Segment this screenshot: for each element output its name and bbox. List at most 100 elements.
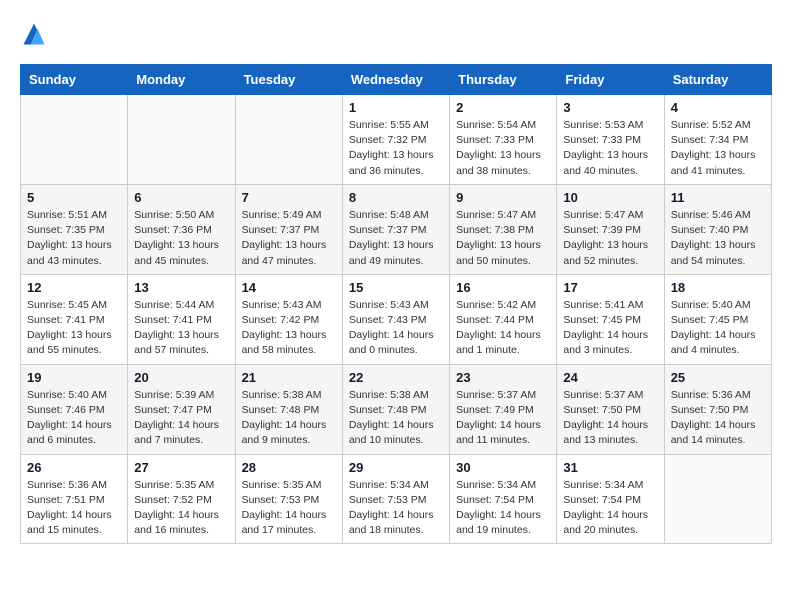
calendar-cell: 9 Sunrise: 5:47 AM Sunset: 7:38 PM Daylig… [450, 184, 557, 274]
calendar-cell: 12 Sunrise: 5:45 AM Sunset: 7:41 PM Dayli… [21, 274, 128, 364]
calendar-cell: 1 Sunrise: 5:55 AM Sunset: 7:32 PM Daylig… [342, 95, 449, 185]
day-info: Sunrise: 5:44 AM Sunset: 7:41 PM Dayligh… [134, 298, 228, 359]
calendar-cell: 29 Sunrise: 5:34 AM Sunset: 7:53 PM Dayli… [342, 454, 449, 544]
day-number: 31 [563, 460, 657, 475]
logo-icon [20, 20, 48, 48]
day-number: 28 [242, 460, 336, 475]
day-info: Sunrise: 5:43 AM Sunset: 7:43 PM Dayligh… [349, 298, 443, 359]
calendar-cell: 22 Sunrise: 5:38 AM Sunset: 7:48 PM Dayli… [342, 364, 449, 454]
calendar-cell: 10 Sunrise: 5:47 AM Sunset: 7:39 PM Dayli… [557, 184, 664, 274]
day-number: 22 [349, 370, 443, 385]
day-info: Sunrise: 5:47 AM Sunset: 7:39 PM Dayligh… [563, 208, 657, 269]
calendar-cell: 2 Sunrise: 5:54 AM Sunset: 7:33 PM Daylig… [450, 95, 557, 185]
day-info: Sunrise: 5:54 AM Sunset: 7:33 PM Dayligh… [456, 118, 550, 179]
weekday-header-saturday: Saturday [664, 65, 771, 95]
calendar-cell: 15 Sunrise: 5:43 AM Sunset: 7:43 PM Dayli… [342, 274, 449, 364]
week-row-3: 12 Sunrise: 5:45 AM Sunset: 7:41 PM Dayli… [21, 274, 772, 364]
day-number: 11 [671, 190, 765, 205]
calendar-cell: 13 Sunrise: 5:44 AM Sunset: 7:41 PM Dayli… [128, 274, 235, 364]
day-number: 24 [563, 370, 657, 385]
day-number: 10 [563, 190, 657, 205]
calendar-cell: 17 Sunrise: 5:41 AM Sunset: 7:45 PM Dayli… [557, 274, 664, 364]
calendar-cell: 8 Sunrise: 5:48 AM Sunset: 7:37 PM Daylig… [342, 184, 449, 274]
day-info: Sunrise: 5:51 AM Sunset: 7:35 PM Dayligh… [27, 208, 121, 269]
day-number: 5 [27, 190, 121, 205]
day-info: Sunrise: 5:35 AM Sunset: 7:53 PM Dayligh… [242, 478, 336, 539]
calendar-cell: 24 Sunrise: 5:37 AM Sunset: 7:50 PM Dayli… [557, 364, 664, 454]
calendar-cell: 26 Sunrise: 5:36 AM Sunset: 7:51 PM Dayli… [21, 454, 128, 544]
day-info: Sunrise: 5:34 AM Sunset: 7:54 PM Dayligh… [456, 478, 550, 539]
day-number: 26 [27, 460, 121, 475]
calendar-cell: 5 Sunrise: 5:51 AM Sunset: 7:35 PM Daylig… [21, 184, 128, 274]
day-number: 29 [349, 460, 443, 475]
weekday-header-wednesday: Wednesday [342, 65, 449, 95]
week-row-1: 1 Sunrise: 5:55 AM Sunset: 7:32 PM Daylig… [21, 95, 772, 185]
week-row-2: 5 Sunrise: 5:51 AM Sunset: 7:35 PM Daylig… [21, 184, 772, 274]
calendar-cell: 4 Sunrise: 5:52 AM Sunset: 7:34 PM Daylig… [664, 95, 771, 185]
day-number: 14 [242, 280, 336, 295]
weekday-header-tuesday: Tuesday [235, 65, 342, 95]
day-info: Sunrise: 5:35 AM Sunset: 7:52 PM Dayligh… [134, 478, 228, 539]
calendar-cell: 11Sunrise: 5:46 AM Sunset: 7:40 PM Dayli… [664, 184, 771, 274]
day-number: 9 [456, 190, 550, 205]
calendar-cell: 28 Sunrise: 5:35 AM Sunset: 7:53 PM Dayli… [235, 454, 342, 544]
day-number: 25 [671, 370, 765, 385]
calendar-cell [128, 95, 235, 185]
day-number: 23 [456, 370, 550, 385]
weekday-header-monday: Monday [128, 65, 235, 95]
day-info: Sunrise: 5:40 AM Sunset: 7:46 PM Dayligh… [27, 388, 121, 449]
day-info: Sunrise: 5:52 AM Sunset: 7:34 PM Dayligh… [671, 118, 765, 179]
day-number: 19 [27, 370, 121, 385]
day-info: Sunrise: 5:34 AM Sunset: 7:53 PM Dayligh… [349, 478, 443, 539]
day-number: 1 [349, 100, 443, 115]
calendar-cell: 7 Sunrise: 5:49 AM Sunset: 7:37 PM Daylig… [235, 184, 342, 274]
day-info: Sunrise: 5:49 AM Sunset: 7:37 PM Dayligh… [242, 208, 336, 269]
day-number: 8 [349, 190, 443, 205]
day-info: Sunrise: 5:36 AM Sunset: 7:51 PM Dayligh… [27, 478, 121, 539]
day-info: Sunrise: 5:55 AM Sunset: 7:32 PM Dayligh… [349, 118, 443, 179]
day-number: 2 [456, 100, 550, 115]
day-number: 12 [27, 280, 121, 295]
calendar-cell: 3 Sunrise: 5:53 AM Sunset: 7:33 PM Daylig… [557, 95, 664, 185]
calendar-cell: 6Sunrise: 5:50 AM Sunset: 7:36 PM Daylig… [128, 184, 235, 274]
day-info: Sunrise: 5:40 AM Sunset: 7:45 PM Dayligh… [671, 298, 765, 359]
calendar-cell: 31 Sunrise: 5:34 AM Sunset: 7:54 PM Dayli… [557, 454, 664, 544]
calendar-cell: 30 Sunrise: 5:34 AM Sunset: 7:54 PM Dayli… [450, 454, 557, 544]
day-info: Sunrise: 5:38 AM Sunset: 7:48 PM Dayligh… [242, 388, 336, 449]
day-info: Sunrise: 5:43 AM Sunset: 7:42 PM Dayligh… [242, 298, 336, 359]
day-number: 18 [671, 280, 765, 295]
calendar-cell [235, 95, 342, 185]
calendar-table: SundayMondayTuesdayWednesdayThursdayFrid… [20, 64, 772, 544]
day-info: Sunrise: 5:38 AM Sunset: 7:48 PM Dayligh… [349, 388, 443, 449]
day-number: 7 [242, 190, 336, 205]
calendar-cell: 14 Sunrise: 5:43 AM Sunset: 7:42 PM Dayli… [235, 274, 342, 364]
weekday-header-friday: Friday [557, 65, 664, 95]
week-row-5: 26 Sunrise: 5:36 AM Sunset: 7:51 PM Dayli… [21, 454, 772, 544]
day-number: 15 [349, 280, 443, 295]
day-info: Sunrise: 5:34 AM Sunset: 7:54 PM Dayligh… [563, 478, 657, 539]
day-info: Sunrise: 5:41 AM Sunset: 7:45 PM Dayligh… [563, 298, 657, 359]
calendar-cell: 27Sunrise: 5:35 AM Sunset: 7:52 PM Dayli… [128, 454, 235, 544]
calendar-cell: 19 Sunrise: 5:40 AM Sunset: 7:46 PM Dayli… [21, 364, 128, 454]
week-row-4: 19 Sunrise: 5:40 AM Sunset: 7:46 PM Dayli… [21, 364, 772, 454]
calendar-cell [664, 454, 771, 544]
day-number: 21 [242, 370, 336, 385]
logo [20, 20, 52, 48]
day-info: Sunrise: 5:45 AM Sunset: 7:41 PM Dayligh… [27, 298, 121, 359]
day-number: 3 [563, 100, 657, 115]
day-number: 17 [563, 280, 657, 295]
day-info: Sunrise: 5:37 AM Sunset: 7:50 PM Dayligh… [563, 388, 657, 449]
day-number: 6 [134, 190, 228, 205]
day-info: Sunrise: 5:47 AM Sunset: 7:38 PM Dayligh… [456, 208, 550, 269]
day-info: Sunrise: 5:39 AM Sunset: 7:47 PM Dayligh… [134, 388, 228, 449]
day-info: Sunrise: 5:53 AM Sunset: 7:33 PM Dayligh… [563, 118, 657, 179]
weekday-header-row: SundayMondayTuesdayWednesdayThursdayFrid… [21, 65, 772, 95]
day-info: Sunrise: 5:48 AM Sunset: 7:37 PM Dayligh… [349, 208, 443, 269]
day-number: 4 [671, 100, 765, 115]
day-number: 13 [134, 280, 228, 295]
page-header [20, 20, 772, 48]
weekday-header-sunday: Sunday [21, 65, 128, 95]
calendar-cell: 23Sunrise: 5:37 AM Sunset: 7:49 PM Dayli… [450, 364, 557, 454]
day-number: 30 [456, 460, 550, 475]
calendar-cell: 18 Sunrise: 5:40 AM Sunset: 7:45 PM Dayli… [664, 274, 771, 364]
